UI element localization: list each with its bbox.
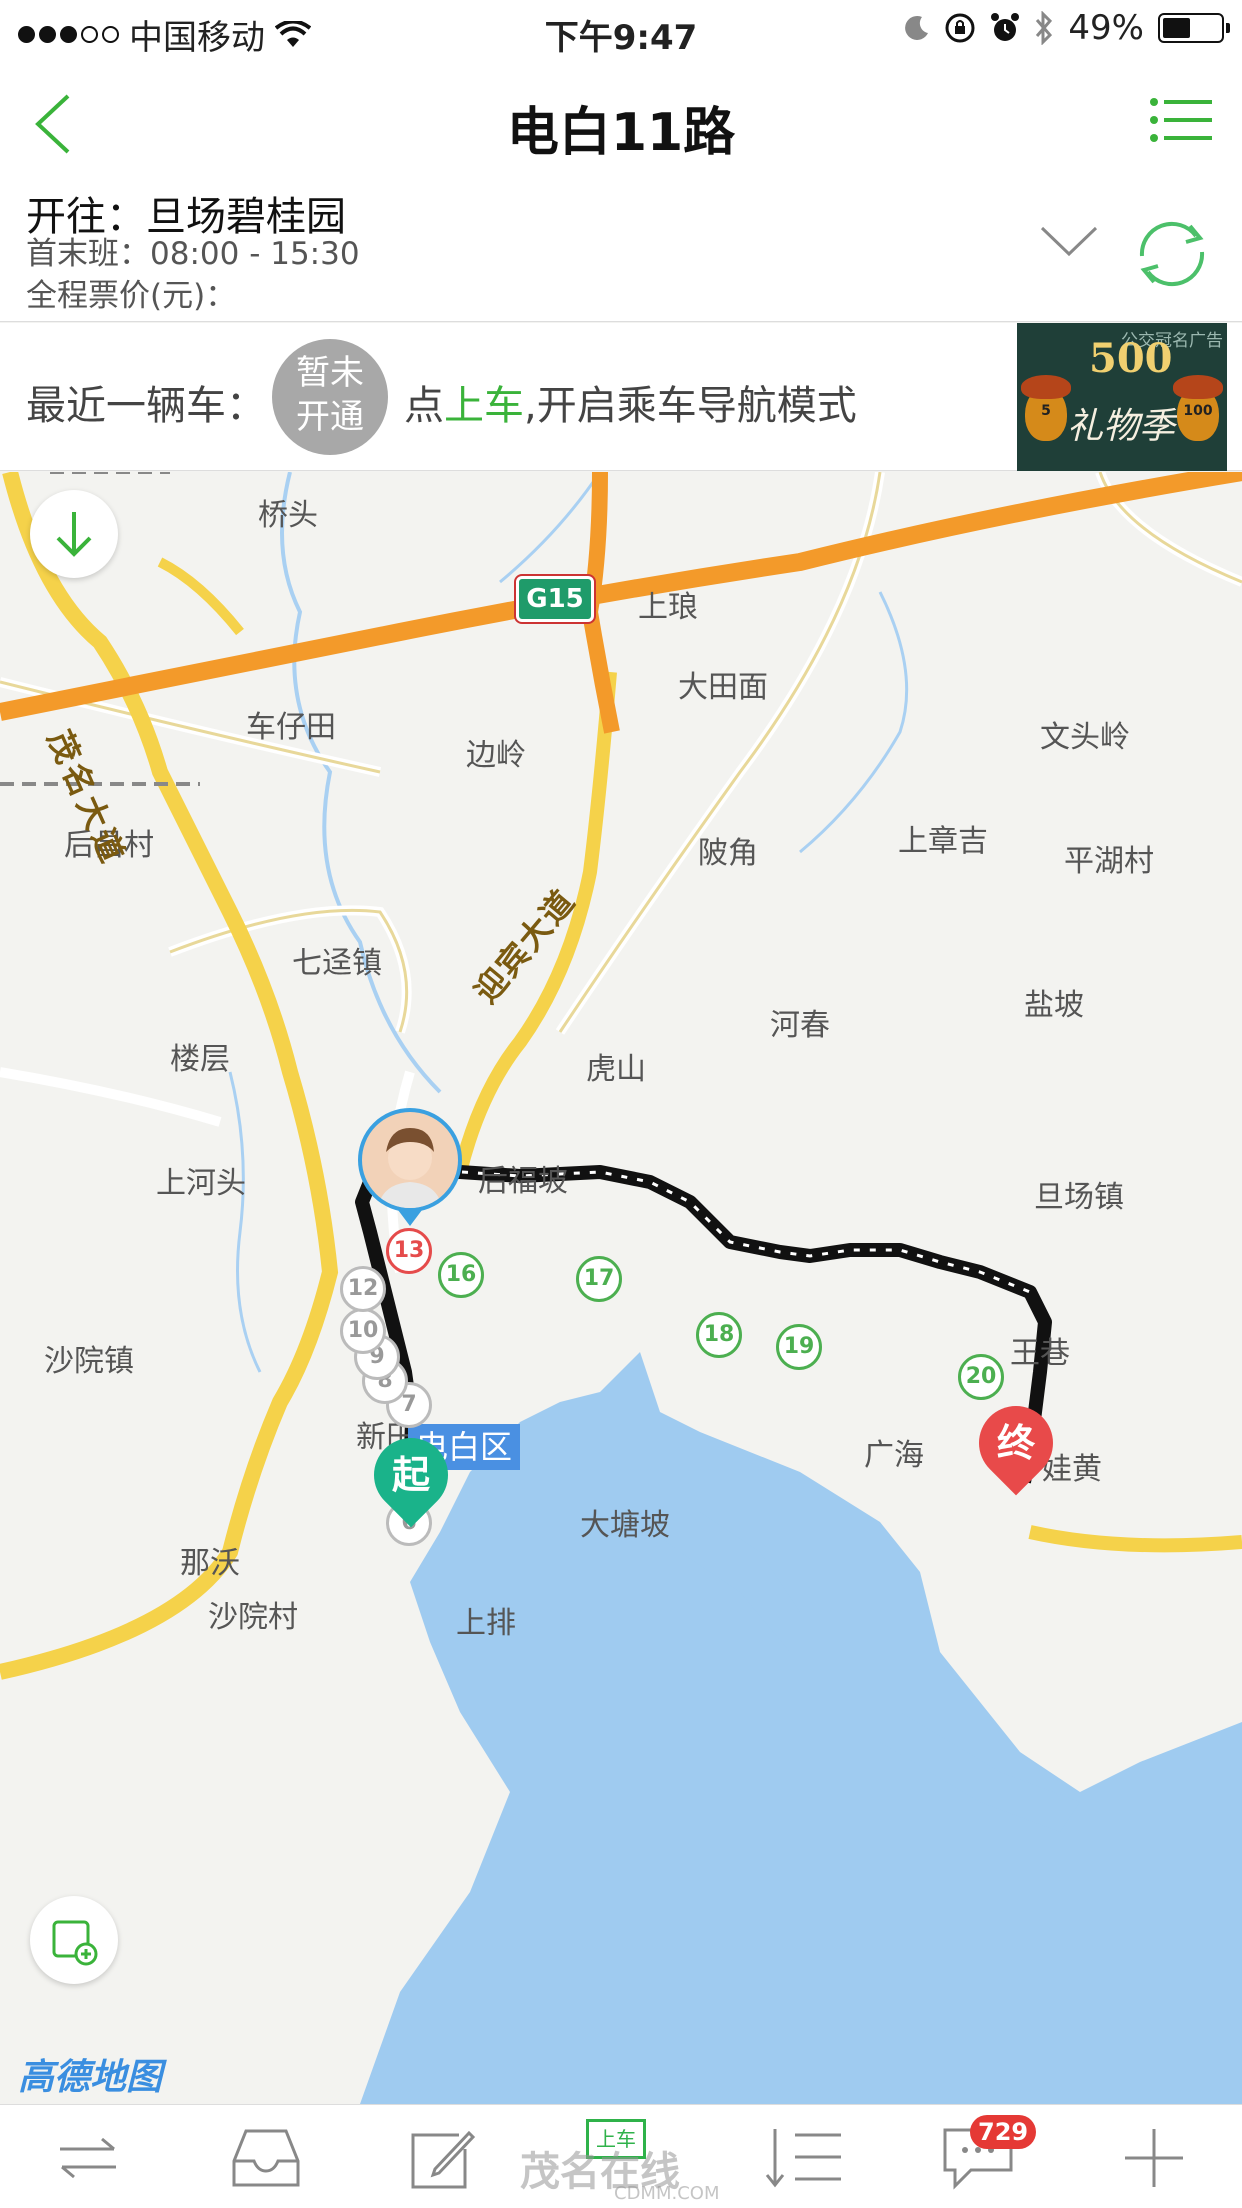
bus-status-line2: 开通 [296,397,364,437]
ad-left-coupon: 5 [1041,403,1051,419]
place-label: 大塘坡 [580,1508,670,1543]
board-link[interactable]: 上车 [444,383,524,429]
feedback-button[interactable] [394,2123,494,2193]
place-label: 陂角 [698,836,758,871]
watermark-sub: CDMM.COM [614,2183,720,2204]
place-label: 文头岭 [1040,720,1130,755]
start-marker[interactable]: 起 [358,1422,464,1528]
chevron-down-icon[interactable] [1040,224,1098,258]
route-first-last: 首末班：08:00 - 15:30 [26,236,360,272]
place-label: 上琅 [638,590,698,625]
route-info: 开往：旦场碧桂园 首末班：08:00 - 15:30 全程票价(元)： [0,184,1242,322]
place-label: 桥头 [258,498,318,533]
user-avatar[interactable] [358,1108,462,1212]
nav-bar: 电白11路 [0,62,1242,184]
swap-arrows-icon [60,2137,116,2179]
acorn-left-icon: 5 [1021,375,1071,441]
ad-amount: 500 [1089,335,1173,382]
bus-status-badge: 暂未 开通 [272,339,388,455]
add-location-button[interactable] [30,1896,118,1984]
ad-banner[interactable]: 公交冠名广告 500 礼物季 5 100 [1017,323,1227,471]
place-label: 沙院村 [208,1600,298,1635]
bus-stop-marker[interactable]: 18 [696,1312,742,1358]
place-label: 上章吉 [898,824,988,859]
g15-expressway [0,472,1242,721]
moon-icon [905,15,929,40]
battery-percent: 49% [1068,8,1144,48]
place-label: 后福坡 [478,1164,568,1199]
inbox-icon [232,2129,300,2187]
add-map-icon [52,1920,98,1966]
place-label: 旦场镇 [1034,1180,1124,1215]
acorn-right-icon: 100 [1173,375,1223,441]
boarding-hint: 点上车,开启乘车导航模式 [404,373,857,431]
bus-stop-marker[interactable]: 17 [576,1256,622,1302]
route-map[interactable]: 桥头 上琅 大田面 车仔田 文头岭 边岭 后昌村 上章吉 平湖村 陂角 七迳镇 … [0,472,1242,2104]
bus-stop-marker[interactable]: 16 [438,1252,484,1298]
start-label: 起 [391,1453,430,1497]
bluetooth-icon [1036,11,1053,45]
end-marker[interactable]: 终 [963,1390,1069,1496]
bus-stop-marker[interactable]: 20 [958,1354,1004,1400]
bus-status-line1: 暂未 [296,353,364,393]
place-label: 七迳镇 [292,946,382,981]
battery-icon [1158,13,1230,43]
place-label: 那沃 [180,1546,240,1581]
place-label: 楼层 [170,1042,230,1077]
bus-stop-marker[interactable]: 19 [776,1324,822,1370]
collapse-map-button[interactable] [30,490,118,578]
bus-stop-marker[interactable]: 12 [340,1266,386,1312]
bus-stop-marker-current[interactable]: 13 [386,1228,432,1274]
person-icon [378,1128,442,1208]
place-label: 王巷 [1010,1336,1070,1371]
nearest-bus-label: 最近一辆车： [26,383,266,429]
more-button[interactable] [1104,2123,1204,2193]
place-label: 沙院镇 [44,1344,134,1379]
map-brand-logo: 高德地图 [18,2057,163,2098]
place-label: 车仔田 [246,710,336,745]
bus-stop-marker[interactable]: 10 [340,1308,386,1354]
bottom-toolbar: 上车 729 茂名在线 CDMM.COM [0,2104,1242,2208]
nearest-bus-panel: 最近一辆车： 暂未 开通 点上车,开启乘车导航模式 公交冠名广告 500 礼物季… [0,323,1242,471]
status-bar: 中国移动 下午9:47 49% [0,0,1242,62]
message-count-badge: 729 [970,2115,1037,2149]
place-label: 大田面 [678,670,768,705]
hint-prefix: 点 [404,383,444,429]
place-label: 虎山 [586,1052,646,1087]
page-title: 电白11路 [506,103,736,163]
place-label: 边岭 [466,738,526,773]
favorites-button[interactable] [216,2123,316,2193]
place-label: 广海 [864,1438,924,1473]
place-label: 上河头 [156,1166,246,1201]
plus-icon [1125,2129,1183,2187]
alarm-icon [991,13,1020,41]
expressway-shield: G15 [516,576,594,622]
refresh-icon[interactable] [1130,212,1214,296]
coastal-road [1028,1525,1242,1553]
sort-list-icon [765,2129,841,2188]
place-label: 河春 [770,1008,830,1043]
rotation-lock-icon [945,13,975,43]
avatar-pointer [398,1210,422,1226]
ad-right-coupon: 100 [1183,403,1213,419]
arrow-down-icon [56,512,92,557]
place-label: 上排 [456,1606,516,1641]
route-fare: 全程票价(元)： [26,278,237,314]
place-label: 盐坡 [1024,988,1084,1023]
hint-suffix: ,开启乘车导航模式 [524,383,857,429]
end-label: 终 [996,1421,1035,1465]
switch-direction-button[interactable] [38,2123,138,2193]
status-right: 49% [904,8,1230,48]
place-label: 平湖村 [1064,844,1154,879]
ad-word: 礼物季 [1067,406,1176,447]
stop-list-button[interactable] [754,2123,854,2193]
list-menu-icon[interactable] [1150,96,1212,146]
edit-icon [411,2130,476,2189]
